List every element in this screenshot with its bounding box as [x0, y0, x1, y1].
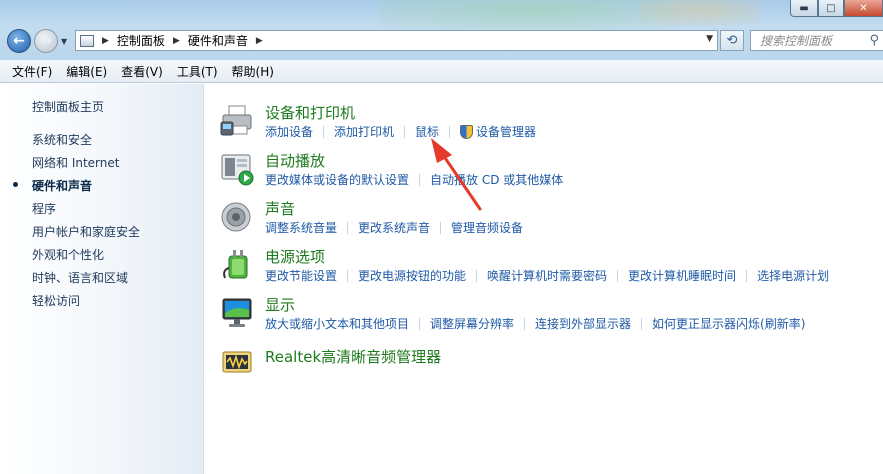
refresh-icon: ⟲ [726, 33, 738, 48]
sidebar-item-home[interactable]: 控制面板主页 [32, 98, 104, 115]
breadcrumb-control-panel[interactable]: 控制面板 [117, 32, 165, 49]
link-separator [419, 317, 421, 330]
control-panel-icon [80, 34, 94, 47]
category-title-power-options[interactable]: 电源选项 [265, 246, 325, 267]
link-mouse[interactable]: 鼠标 [415, 123, 439, 140]
power-icon [223, 250, 248, 279]
link-external-display[interactable]: 连接到外部显示器 [535, 315, 631, 332]
sidebar-item-user-accounts[interactable]: 用户帐户和家庭安全 [32, 223, 140, 240]
link-wake-password[interactable]: 唤醒计算机时需要密码 [487, 267, 607, 284]
aero-glow [380, 0, 680, 30]
monitor-icon [222, 298, 252, 327]
sidebar-item-ease-of-access[interactable]: 轻松访问 [32, 292, 80, 309]
close-button[interactable]: ✕ [844, 0, 883, 17]
link-separator [347, 269, 349, 282]
chevron-right-icon[interactable]: ▶ [173, 36, 180, 46]
link-power-saving[interactable]: 更改节能设置 [265, 267, 337, 284]
link-change-media-defaults[interactable]: 更改媒体或设备的默认设置 [265, 171, 409, 188]
main-content: 设备和打印机 添加设备 添加打印机 鼠标 设备管理器 自动播放 更改媒体或设备的… [205, 84, 883, 474]
link-refresh-rate[interactable]: 如何更正显示器闪烁(刷新率) [652, 315, 805, 332]
printer-icon [220, 105, 252, 136]
sidebar-item-programs[interactable]: 程序 [32, 200, 56, 217]
category-title-devices-printers[interactable]: 设备和打印机 [265, 102, 355, 123]
link-separator [617, 269, 619, 282]
chevron-down-icon: ▼ [61, 37, 68, 46]
link-device-manager[interactable]: 设备管理器 [476, 123, 536, 140]
category-title-sound[interactable]: 声音 [265, 198, 295, 219]
sidebar-item-appearance[interactable]: 外观和个性化 [32, 246, 104, 263]
chevron-right-icon[interactable]: ▶ [256, 36, 263, 46]
menu-view[interactable]: 查看(V) [114, 63, 170, 80]
back-button[interactable]: ← [7, 29, 31, 53]
active-bullet-icon [13, 182, 18, 187]
breadcrumb-hardware-sound[interactable]: 硬件和声音 [188, 32, 248, 49]
link-adjust-volume[interactable]: 调整系统音量 [265, 219, 337, 236]
title-bar: ▬ □ ✕ ← → ▼ ▶ 控制面板 ▶ 硬件和声音 ▶ ▼ ⟲ ⚲ [0, 0, 883, 60]
uac-shield-icon [460, 124, 474, 139]
sidebar-item-clock-language[interactable]: 时钟、语言和区域 [32, 269, 128, 286]
menu-help[interactable]: 帮助(H) [225, 63, 281, 80]
search-input[interactable] [760, 33, 855, 48]
recent-pages-dropdown[interactable]: ▼ [61, 37, 67, 46]
autoplay-icon [221, 154, 254, 186]
address-bar[interactable]: ▶ 控制面板 ▶ 硬件和声音 ▶ ▼ [75, 30, 718, 51]
chevron-right-icon[interactable]: ▶ [102, 36, 109, 46]
link-screen-resolution[interactable]: 调整屏幕分辨率 [430, 315, 514, 332]
sidebar-item-hardware-sound[interactable]: 硬件和声音 [32, 177, 92, 194]
search-icon[interactable]: ⚲ [869, 33, 879, 48]
maximize-button[interactable]: □ [818, 0, 844, 17]
link-autoplay-cd[interactable]: 自动播放 CD 或其他媒体 [430, 171, 563, 188]
link-add-printer[interactable]: 添加打印机 [334, 123, 394, 140]
category-title-realtek-audio[interactable]: Realtek高清晰音频管理器 [265, 346, 441, 367]
category-title-autoplay[interactable]: 自动播放 [265, 150, 325, 171]
link-add-device[interactable]: 添加设备 [265, 123, 313, 140]
speaker-icon [221, 202, 251, 232]
search-box[interactable]: ⚲ [750, 30, 883, 51]
sidebar-item-system-security[interactable]: 系统和安全 [32, 131, 92, 148]
link-separator [641, 317, 643, 330]
menu-tools[interactable]: 工具(T) [170, 63, 225, 80]
forward-button[interactable]: → [34, 29, 58, 53]
link-manage-audio-devices[interactable]: 管理音频设备 [451, 219, 523, 236]
category-title-display[interactable]: 显示 [265, 294, 295, 315]
arrow-left-icon: ← [13, 33, 25, 49]
arrow-right-icon: → [40, 33, 52, 49]
link-choose-power-plan[interactable]: 选择电源计划 [757, 267, 829, 284]
address-dropdown-icon[interactable]: ▼ [706, 34, 713, 44]
menu-bar: 文件(F) 编辑(E) 查看(V) 工具(T) 帮助(H) [0, 60, 883, 83]
link-separator [476, 269, 478, 282]
link-separator [404, 125, 406, 138]
link-separator [524, 317, 526, 330]
realtek-audio-icon [222, 351, 252, 373]
link-separator [440, 221, 442, 234]
aero-glow [640, 0, 760, 25]
refresh-button[interactable]: ⟲ [720, 30, 744, 51]
sidebar: 控制面板主页 系统和安全 网络和 Internet 硬件和声音 程序 用户帐户和… [0, 84, 204, 474]
sidebar-item-network[interactable]: 网络和 Internet [32, 154, 119, 171]
link-power-buttons[interactable]: 更改电源按钮的功能 [358, 267, 466, 284]
menu-edit[interactable]: 编辑(E) [59, 63, 114, 80]
link-sleep-time[interactable]: 更改计算机睡眠时间 [628, 267, 736, 284]
link-separator [323, 125, 325, 138]
link-separator [449, 125, 451, 138]
link-separator [746, 269, 748, 282]
link-change-system-sounds[interactable]: 更改系统声音 [358, 219, 430, 236]
link-separator [419, 173, 421, 186]
menu-file[interactable]: 文件(F) [5, 63, 59, 80]
link-separator [347, 221, 349, 234]
minimize-button[interactable]: ▬ [790, 0, 818, 17]
link-text-size[interactable]: 放大或缩小文本和其他项目 [265, 315, 409, 332]
